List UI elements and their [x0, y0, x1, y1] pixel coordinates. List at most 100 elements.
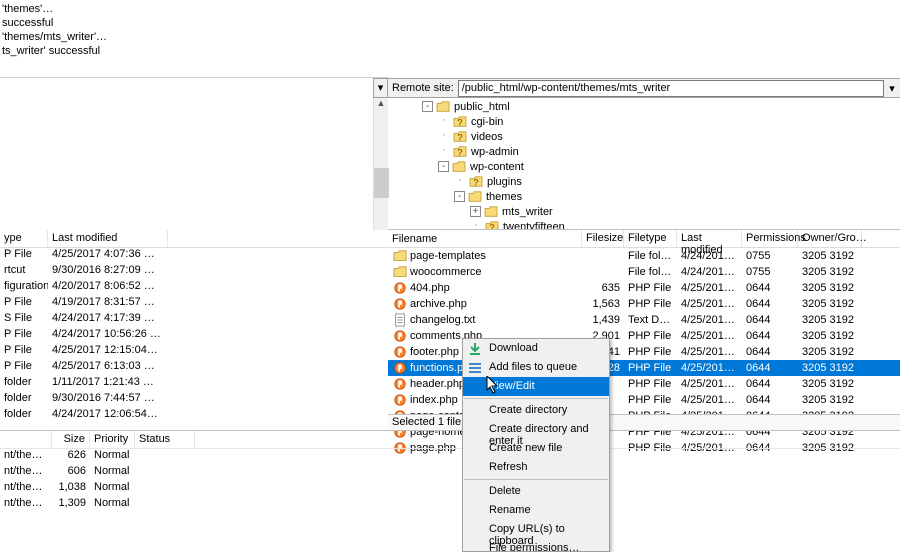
menu-item[interactable]: Add files to queue	[463, 358, 609, 377]
remote-path-input[interactable]	[458, 80, 884, 97]
menu-item[interactable]: Copy URL(s) to clipboard	[463, 520, 609, 539]
local-tree-scrollbar[interactable]: ▲	[373, 98, 388, 230]
tree-node[interactable]: +mts_writer	[388, 204, 900, 219]
file-permissions: 0644	[742, 346, 798, 358]
queue-size: 1,038	[52, 481, 90, 497]
queue-size: 1,309	[52, 497, 90, 513]
file-owner: 3205 3192	[798, 346, 862, 358]
download-icon	[467, 341, 483, 356]
col-priority[interactable]: Priority	[90, 431, 135, 448]
tree-node[interactable]: -themes	[388, 189, 900, 204]
menu-item[interactable]: File permissions…	[463, 539, 609, 551]
queue-priority: Normal	[90, 497, 135, 513]
file-row[interactable]: changelog.txt1,439Text Docu…4/25/2017 3:…	[388, 312, 900, 328]
menu-item[interactable]: Delete	[463, 482, 609, 501]
col-owner[interactable]: Owner/Gro…	[798, 230, 862, 247]
file-type: PHP File	[624, 346, 677, 358]
file-name: footer.php	[410, 346, 459, 358]
tree-toggle-icon[interactable]: -	[422, 101, 433, 112]
menu-item[interactable]: View/Edit	[463, 377, 609, 396]
queue-row[interactable]: nt/the…1,038Normal	[0, 481, 900, 497]
file-size: 1,563	[582, 298, 624, 310]
tree-node-label: videos	[471, 131, 503, 143]
queue-row[interactable]: nt/the…1,309Normal	[0, 497, 900, 513]
svg-text:?: ?	[457, 146, 463, 157]
file-modified: 4/25/2017 3:40…	[677, 394, 742, 406]
file-modified: 4/19/2017 8:31:57 …	[48, 296, 168, 312]
local-column-headers[interactable]: ype Last modified	[0, 230, 387, 248]
col-filetype[interactable]: Filetype	[624, 230, 677, 247]
tree-node-label: wp-content	[470, 161, 524, 173]
tree-node[interactable]: ·?cgi-bin	[388, 114, 900, 129]
menu-item[interactable]: Download	[463, 339, 609, 358]
tree-node[interactable]: ·?videos	[388, 129, 900, 144]
remote-directory-tree[interactable]: -public_html·?cgi-bin·?videos·?wp-admin-…	[388, 98, 900, 230]
file-owner: 3205 3192	[798, 298, 862, 310]
transfer-queue[interactable]: Size Priority Status nt/the…626Normalnt/…	[0, 430, 900, 500]
file-row[interactable]: P File4/19/2017 8:31:57 …	[0, 296, 387, 312]
file-row[interactable]: rtcut9/30/2016 8:27:09 …	[0, 264, 387, 280]
file-row[interactable]: page-templatesFile folder4/24/2017 4:02……	[388, 248, 900, 264]
file-row[interactable]: 404.php635PHP File4/25/2017 3:40…0644320…	[388, 280, 900, 296]
queue-name: nt/the…	[0, 497, 52, 513]
col-lastmod[interactable]: Last modified	[48, 230, 168, 247]
file-type: P File	[0, 296, 48, 312]
menu-item-label: Create new file	[489, 442, 562, 454]
menu-item[interactable]: Refresh	[463, 458, 609, 477]
file-row[interactable]: folder4/24/2017 12:06:54…	[0, 408, 387, 424]
file-row[interactable]: S File4/24/2017 4:17:39 …	[0, 312, 387, 328]
folder-icon	[392, 249, 408, 263]
tree-toggle-icon[interactable]: +	[470, 206, 481, 217]
php-icon	[392, 377, 408, 391]
local-file-list[interactable]: ype Last modified P File4/25/2017 4:07:3…	[0, 230, 387, 414]
tree-toggle-icon[interactable]: -	[454, 191, 465, 202]
queue-size: 606	[52, 465, 90, 481]
menu-item-label: Create directory	[489, 404, 567, 416]
folder-icon	[451, 160, 467, 173]
file-permissions: 0644	[742, 314, 798, 326]
remote-site-bar: Remote site: ▾	[388, 78, 900, 98]
col-filesize[interactable]: Filesize	[582, 230, 624, 247]
file-row[interactable]: P File4/25/2017 12:15:04…	[0, 344, 387, 360]
chevron-down-icon[interactable]: ▾	[884, 82, 900, 95]
menu-item[interactable]: Rename	[463, 501, 609, 520]
file-row[interactable]: folder9/30/2016 7:44:57 …	[0, 392, 387, 408]
file-context-menu[interactable]: DownloadAdd files to queueView/Edit Creat…	[462, 338, 610, 552]
file-row[interactable]: P File4/24/2017 10:56:26 …	[0, 328, 387, 344]
queue-column-headers[interactable]: Size Priority Status	[0, 431, 900, 449]
tree-toggle-icon[interactable]: -	[438, 161, 449, 172]
col-status[interactable]: Status	[135, 431, 195, 448]
queue-row[interactable]: nt/the…626Normal	[0, 449, 900, 465]
file-row[interactable]: P File4/25/2017 6:13:03 …	[0, 360, 387, 376]
file-type: P File	[0, 360, 48, 376]
tree-node-label: plugins	[487, 176, 522, 188]
tree-node[interactable]: -public_html	[388, 99, 900, 114]
file-row[interactable]: woocommerceFile folder4/24/2017 4:02…075…	[388, 264, 900, 280]
tree-node[interactable]: ·?plugins	[388, 174, 900, 189]
folder-icon	[467, 190, 483, 203]
file-row[interactable]: folder1/11/2017 1:21:43 …	[0, 376, 387, 392]
queue-row[interactable]: nt/the…606Normal	[0, 465, 900, 481]
file-row[interactable]: figuration …4/20/2017 8:06:52 …	[0, 280, 387, 296]
local-path-dropdown[interactable]: ▾	[373, 78, 388, 98]
col-size[interactable]: Size	[52, 431, 90, 448]
menu-item[interactable]: Create directory	[463, 401, 609, 420]
col-lastmod[interactable]: Last modified	[677, 230, 742, 247]
remote-column-headers[interactable]: Filename Filesize Filetype Last modified…	[388, 230, 900, 248]
file-row[interactable]: archive.php1,563PHP File4/25/2017 3:40…0…	[388, 296, 900, 312]
col-name[interactable]	[0, 431, 52, 448]
queue-priority: Normal	[90, 449, 135, 465]
log-line: ts_writer' successful	[2, 44, 386, 58]
col-filename[interactable]: Filename	[388, 230, 582, 247]
file-modified: 4/25/2017 3:40…	[677, 298, 742, 310]
tree-node[interactable]: - wp-content	[388, 159, 900, 174]
tree-node[interactable]: ·?wp-admin	[388, 144, 900, 159]
col-filetype[interactable]: ype	[0, 230, 48, 247]
col-permissions[interactable]: Permissions	[742, 230, 798, 247]
menu-item[interactable]: Create directory and enter it	[463, 420, 609, 439]
file-permissions: 0644	[742, 330, 798, 342]
file-permissions: 0644	[742, 282, 798, 294]
menu-item[interactable]: Create new file	[463, 439, 609, 458]
tree-node[interactable]: ·?twentyfifteen	[388, 219, 900, 230]
file-row[interactable]: P File4/25/2017 4:07:36 …	[0, 248, 387, 264]
